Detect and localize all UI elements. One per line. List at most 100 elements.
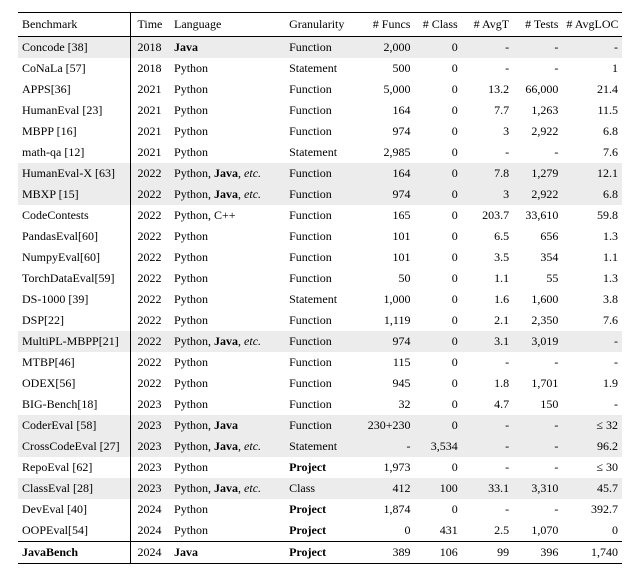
cell-language: Python [170, 58, 285, 79]
cell-granularity: Function [285, 247, 357, 268]
cell-language: Python, Java [170, 415, 285, 436]
cell-time: 2022 [131, 352, 170, 373]
cell-avgloc: 45.7 [562, 478, 622, 499]
cell-tests: 354 [513, 247, 562, 268]
cell-class: 0 [414, 226, 461, 247]
cell-avgt: 3 [462, 121, 513, 142]
cell-avgloc: 392.7 [562, 499, 622, 520]
table-row: ClassEval [28]2023Python, Java, etc.Clas… [18, 478, 622, 499]
cell-granularity: Statement [285, 142, 357, 163]
cell-funcs: 1,119 [357, 310, 415, 331]
cell-time: 2023 [131, 436, 170, 457]
col-language: Language [170, 13, 285, 37]
cell-funcs: 230+230 [357, 415, 415, 436]
cell-tests: - [513, 436, 562, 457]
cell-granularity: Function [285, 37, 357, 59]
cell-tests: 66,000 [513, 79, 562, 100]
cell-avgloc: ≤ 32 [562, 415, 622, 436]
col-avgt: # AvgT [462, 13, 513, 37]
header-row: Benchmark Time Language Granularity # Fu… [18, 13, 622, 37]
cell-avgloc: 21.4 [562, 79, 622, 100]
cell-language: Python, Java, etc. [170, 184, 285, 205]
cell-language: Python, C++ [170, 205, 285, 226]
cell-funcs: 115 [357, 352, 415, 373]
table-row: CrossCodeEval [27]2023Python, Java, etc.… [18, 436, 622, 457]
table-row: HumanEval [23]2021PythonFunction16407.71… [18, 100, 622, 121]
cell-tests: 1,263 [513, 100, 562, 121]
cell-granularity: Statement [285, 436, 357, 457]
cell-avgloc: 59.8 [562, 205, 622, 226]
cell-funcs: 2,000 [357, 37, 415, 59]
cell-tests: 1,070 [513, 520, 562, 542]
cell-benchmark: ClassEval [28] [18, 478, 131, 499]
cell-time: 2024 [131, 520, 170, 542]
cell-tests: - [513, 352, 562, 373]
cell-avgloc: 7.6 [562, 142, 622, 163]
cell-granularity: Statement [285, 58, 357, 79]
cell-avgloc: 12.1 [562, 163, 622, 184]
cell-avgt: - [462, 415, 513, 436]
table-row: math-qa [12]2021PythonStatement2,9850--7… [18, 142, 622, 163]
cell-avgt: - [462, 142, 513, 163]
cell-language: Python [170, 142, 285, 163]
cell-avgloc: 0 [562, 520, 622, 542]
cell-funcs: 974 [357, 331, 415, 352]
cell-class: 0 [414, 457, 461, 478]
cell-class: 431 [414, 520, 461, 542]
cell-funcs: 0 [357, 520, 415, 542]
cell-tests: 1,279 [513, 163, 562, 184]
cell-time: 2024 [131, 542, 170, 564]
cell-class: 0 [414, 373, 461, 394]
cell-funcs: 165 [357, 205, 415, 226]
cell-granularity: Function [285, 226, 357, 247]
cell-avgt: 203.7 [462, 205, 513, 226]
cell-granularity: Function [285, 79, 357, 100]
cell-avgloc: - [562, 37, 622, 59]
cell-granularity: Function [285, 205, 357, 226]
cell-funcs: 50 [357, 268, 415, 289]
cell-avgloc: - [562, 352, 622, 373]
cell-benchmark: PandasEval[60] [18, 226, 131, 247]
cell-language: Python [170, 520, 285, 542]
table-row: CodeContests2022Python, C++Function16502… [18, 205, 622, 226]
cell-granularity: Project [285, 499, 357, 520]
cell-class: 0 [414, 58, 461, 79]
cell-tests: - [513, 457, 562, 478]
cell-avgt: 6.5 [462, 226, 513, 247]
cell-funcs: 101 [357, 247, 415, 268]
cell-class: 0 [414, 268, 461, 289]
cell-class: 0 [414, 331, 461, 352]
cell-benchmark: CodeContests [18, 205, 131, 226]
cell-benchmark: DSP[22] [18, 310, 131, 331]
cell-benchmark: ODEX[56] [18, 373, 131, 394]
cell-time: 2022 [131, 247, 170, 268]
cell-funcs: 974 [357, 121, 415, 142]
cell-avgloc: - [562, 394, 622, 415]
cell-granularity: Statement [285, 289, 357, 310]
table-row: RepoEval [62]2023PythonProject1,9730--≤ … [18, 457, 622, 478]
cell-time: 2022 [131, 331, 170, 352]
cell-time: 2021 [131, 142, 170, 163]
col-granularity: Granularity [285, 13, 357, 37]
cell-language: Python [170, 499, 285, 520]
cell-benchmark: RepoEval [62] [18, 457, 131, 478]
cell-avgt: 1.8 [462, 373, 513, 394]
cell-funcs: 412 [357, 478, 415, 499]
cell-benchmark: CoNaLa [57] [18, 58, 131, 79]
cell-avgloc: - [562, 331, 622, 352]
cell-avgloc: 1 [562, 58, 622, 79]
cell-class: 0 [414, 352, 461, 373]
cell-benchmark: BIG-Bench[18] [18, 394, 131, 415]
cell-funcs: 32 [357, 394, 415, 415]
cell-avgt: 7.8 [462, 163, 513, 184]
cell-avgt: 3.5 [462, 247, 513, 268]
cell-benchmark: TorchDataEval[59] [18, 268, 131, 289]
cell-tests: - [513, 415, 562, 436]
table-row: JavaBench2024JavaProject389106993961,740 [18, 542, 622, 564]
table-row: CoNaLa [57]2018PythonStatement5000--1 [18, 58, 622, 79]
col-tests: # Tests [513, 13, 562, 37]
table-row: MBPP [16]2021PythonFunction974032,9226.8 [18, 121, 622, 142]
cell-time: 2018 [131, 37, 170, 59]
table-row: DevEval [40]2024PythonProject1,8740--392… [18, 499, 622, 520]
cell-avgt: 3.1 [462, 331, 513, 352]
